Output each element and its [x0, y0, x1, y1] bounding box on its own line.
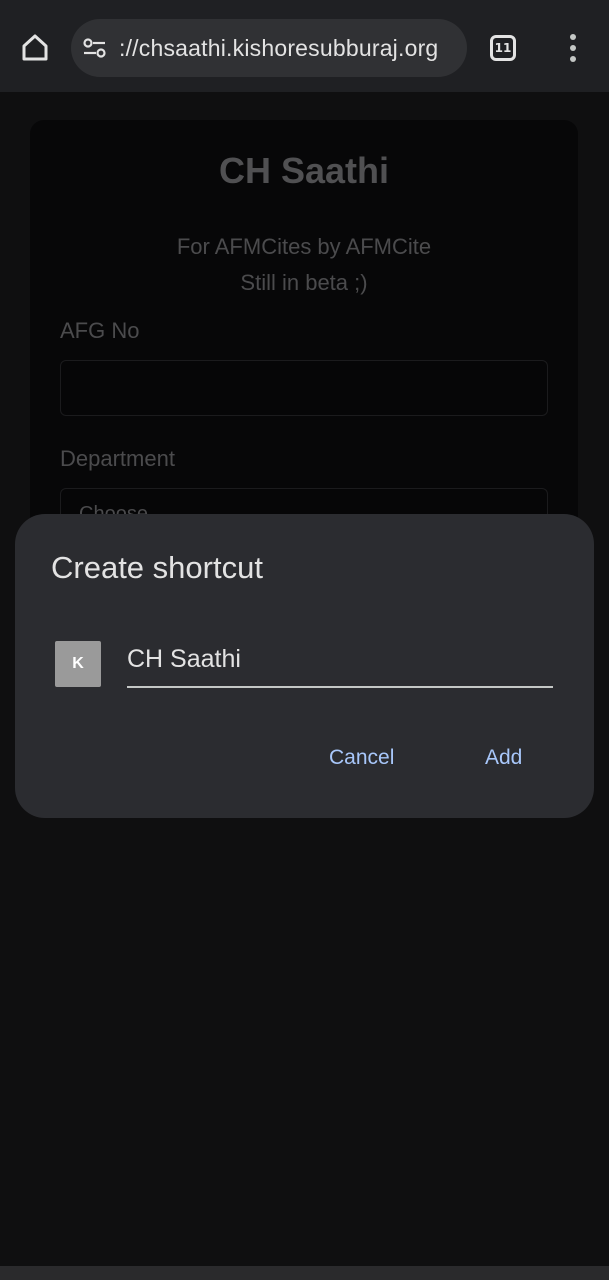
subtitle-line-2: Still in beta ;) — [240, 270, 368, 295]
shortcut-favicon: K — [55, 641, 101, 687]
page-title: CH Saathi — [218, 150, 390, 191]
tab-count: 11 — [494, 41, 512, 55]
afg-label: AFG No — [60, 318, 140, 343]
tab-switcher-button[interactable]: 11 — [485, 30, 521, 66]
url-text[interactable]: ://chsaathi.kishoresubburaj.org — [119, 35, 459, 62]
address-bar[interactable]: ://chsaathi.kishoresubburaj.org — [71, 19, 467, 77]
dialog-title: Create shortcut — [51, 550, 263, 585]
home-button[interactable] — [13, 27, 57, 71]
create-shortcut-dialog: Create shortcut K CH Saathi Cancel Add — [15, 514, 594, 818]
favicon-letter: K — [72, 655, 84, 672]
add-button[interactable]: Add — [477, 742, 530, 774]
navigation-bar — [0, 1266, 609, 1280]
cancel-button[interactable]: Cancel — [321, 742, 402, 774]
home-icon — [20, 32, 50, 67]
tab-switcher-icon: 11 — [490, 35, 516, 61]
tune-icon[interactable] — [80, 33, 110, 63]
subtitle-line-1: For AFMCites by AFMCite — [176, 234, 432, 259]
department-label: Department — [60, 446, 175, 471]
browser-toolbar: ://chsaathi.kishoresubburaj.org 11 — [0, 0, 609, 92]
more-vert-icon[interactable] — [558, 30, 588, 66]
afg-input[interactable] — [60, 360, 548, 416]
shortcut-name-input[interactable]: CH Saathi — [127, 640, 553, 688]
